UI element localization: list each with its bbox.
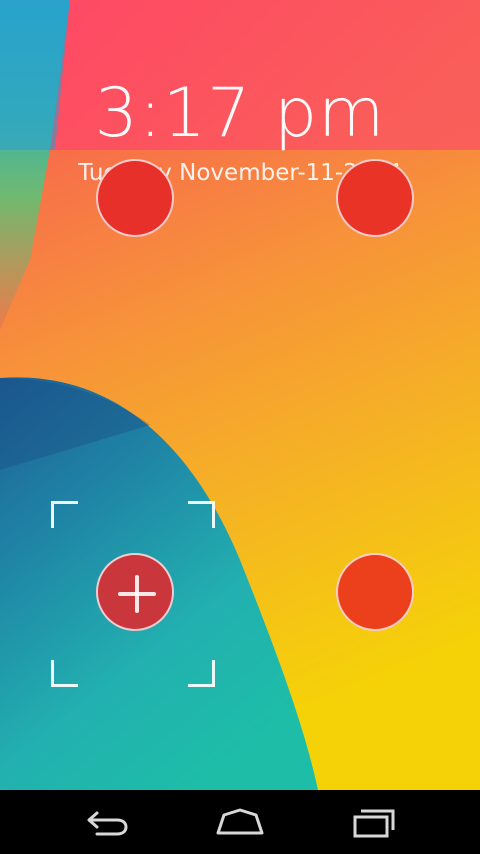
back-icon [87, 811, 128, 836]
navigation-bar [0, 790, 480, 854]
pattern-dot-bottom-right[interactable] [336, 553, 414, 631]
plus-icon [118, 575, 156, 613]
frame-corner-bottom-right [188, 660, 215, 687]
frame-corner-top-right [188, 501, 215, 528]
lock-screen: 3:17 pm Tuesday November-11-2014 [0, 0, 480, 790]
home-icon [216, 808, 264, 835]
frame-corner-top-left [51, 501, 78, 528]
recents-icon [353, 809, 395, 838]
pattern-dot-top-left[interactable] [96, 159, 174, 237]
clock-time: 3:17 pm [94, 74, 386, 153]
unlock-center-button[interactable] [96, 553, 174, 631]
frame-corner-bottom-left [51, 660, 78, 687]
pattern-dot-top-right[interactable] [336, 159, 414, 237]
nav-recents-button[interactable] [293, 790, 453, 854]
